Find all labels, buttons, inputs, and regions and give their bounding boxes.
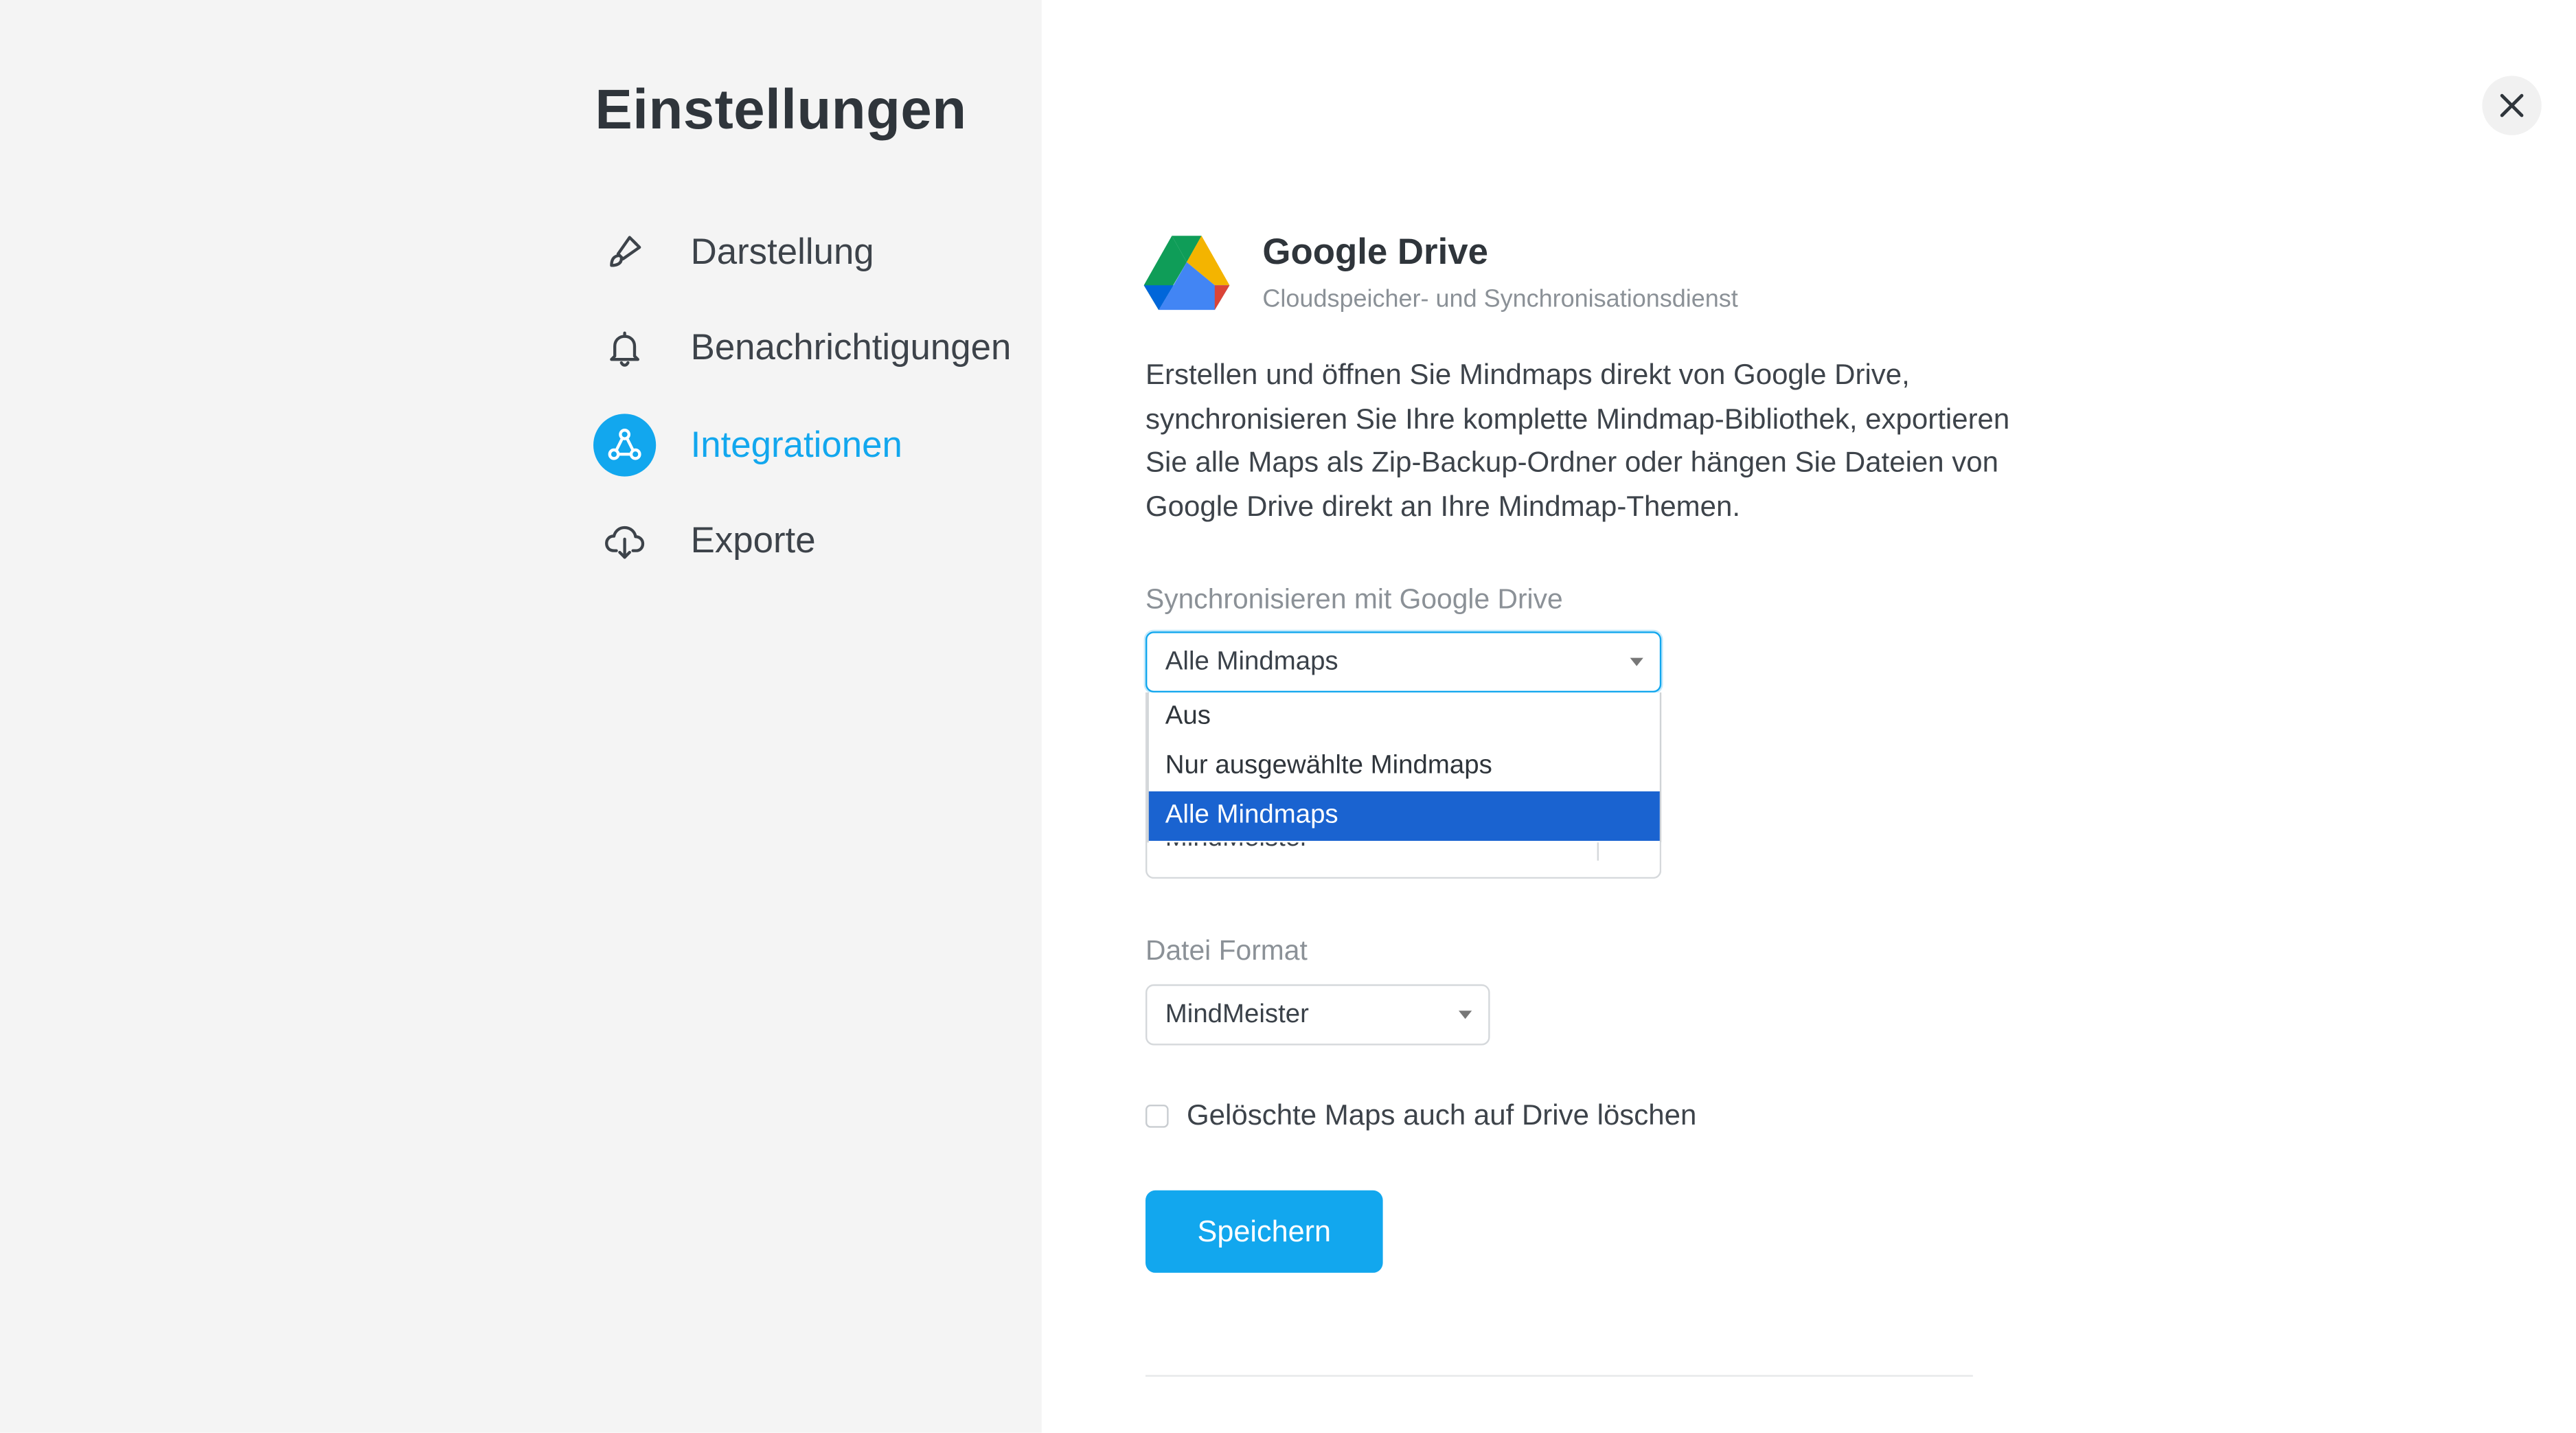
cloud-download-icon [593, 510, 656, 572]
close-icon [2500, 93, 2524, 117]
format-label: Datei Format [1145, 934, 1308, 967]
integration-subtitle: Cloudspeicher- und Synchronisationsdiens… [1262, 285, 1738, 314]
google-drive-logo-icon [1143, 236, 1230, 311]
sidebar-item-darstellung[interactable]: Darstellung [593, 219, 1038, 285]
integrations-icon [593, 414, 657, 477]
sidebar-item-label: Integrationen [690, 423, 902, 465]
format-select[interactable]: MindMeister [1145, 984, 1490, 1046]
chevron-down-icon [1459, 1011, 1472, 1019]
paint-brush-icon [593, 221, 656, 284]
sidebar-item-label: Exporte [690, 519, 816, 561]
sidebar-title: Einstellungen [595, 79, 967, 142]
sidebar-item-exporte[interactable]: Exporte [593, 508, 1038, 574]
bell-icon [593, 317, 656, 379]
sidebar-item-integrationen[interactable]: Integrationen [593, 412, 1038, 478]
sidebar-item-benachrichtigungen[interactable]: Benachrichtigungen [593, 315, 1038, 381]
sync-select[interactable]: Alle Mindmaps [1145, 631, 1662, 693]
sync-option-all-maps[interactable]: Alle Mindmaps [1148, 791, 1660, 841]
integration-title: Google Drive [1262, 231, 1489, 273]
sidebar-item-label: Benachrichtigungen [690, 326, 1012, 368]
sync-dropdown-list: Aus Nur ausgewählte Mindmaps Alle Mindma… [1147, 692, 1662, 843]
chevron-down-icon [1630, 657, 1643, 666]
delete-on-drive-label[interactable]: Gelöschte Maps auch auf Drive löschen [1187, 1098, 1696, 1132]
sidebar-item-label: Darstellung [690, 231, 874, 273]
close-button[interactable] [2482, 76, 2542, 135]
delete-on-drive-checkbox[interactable] [1145, 1105, 1169, 1128]
divider [1145, 1375, 1973, 1377]
integration-description: Erstellen und öffnen Sie Mindmaps direkt… [1145, 357, 2010, 522]
settings-sidebar: Einstellungen Darstellung Benachrichtigu… [0, 0, 1042, 1433]
sync-select-value: Alle Mindmaps [1165, 647, 1338, 675]
sync-option-selected-maps[interactable]: Nur ausgewählte Mindmaps [1149, 742, 1660, 791]
sync-label: Synchronisieren mit Google Drive [1145, 583, 1563, 616]
save-button[interactable]: Speichern [1145, 1190, 1383, 1273]
settings-page: Einstellungen Darstellung Benachrichtigu… [0, 0, 2576, 1433]
format-select-value: MindMeister [1165, 1000, 1309, 1028]
sync-option-aus[interactable]: Aus [1149, 692, 1660, 742]
